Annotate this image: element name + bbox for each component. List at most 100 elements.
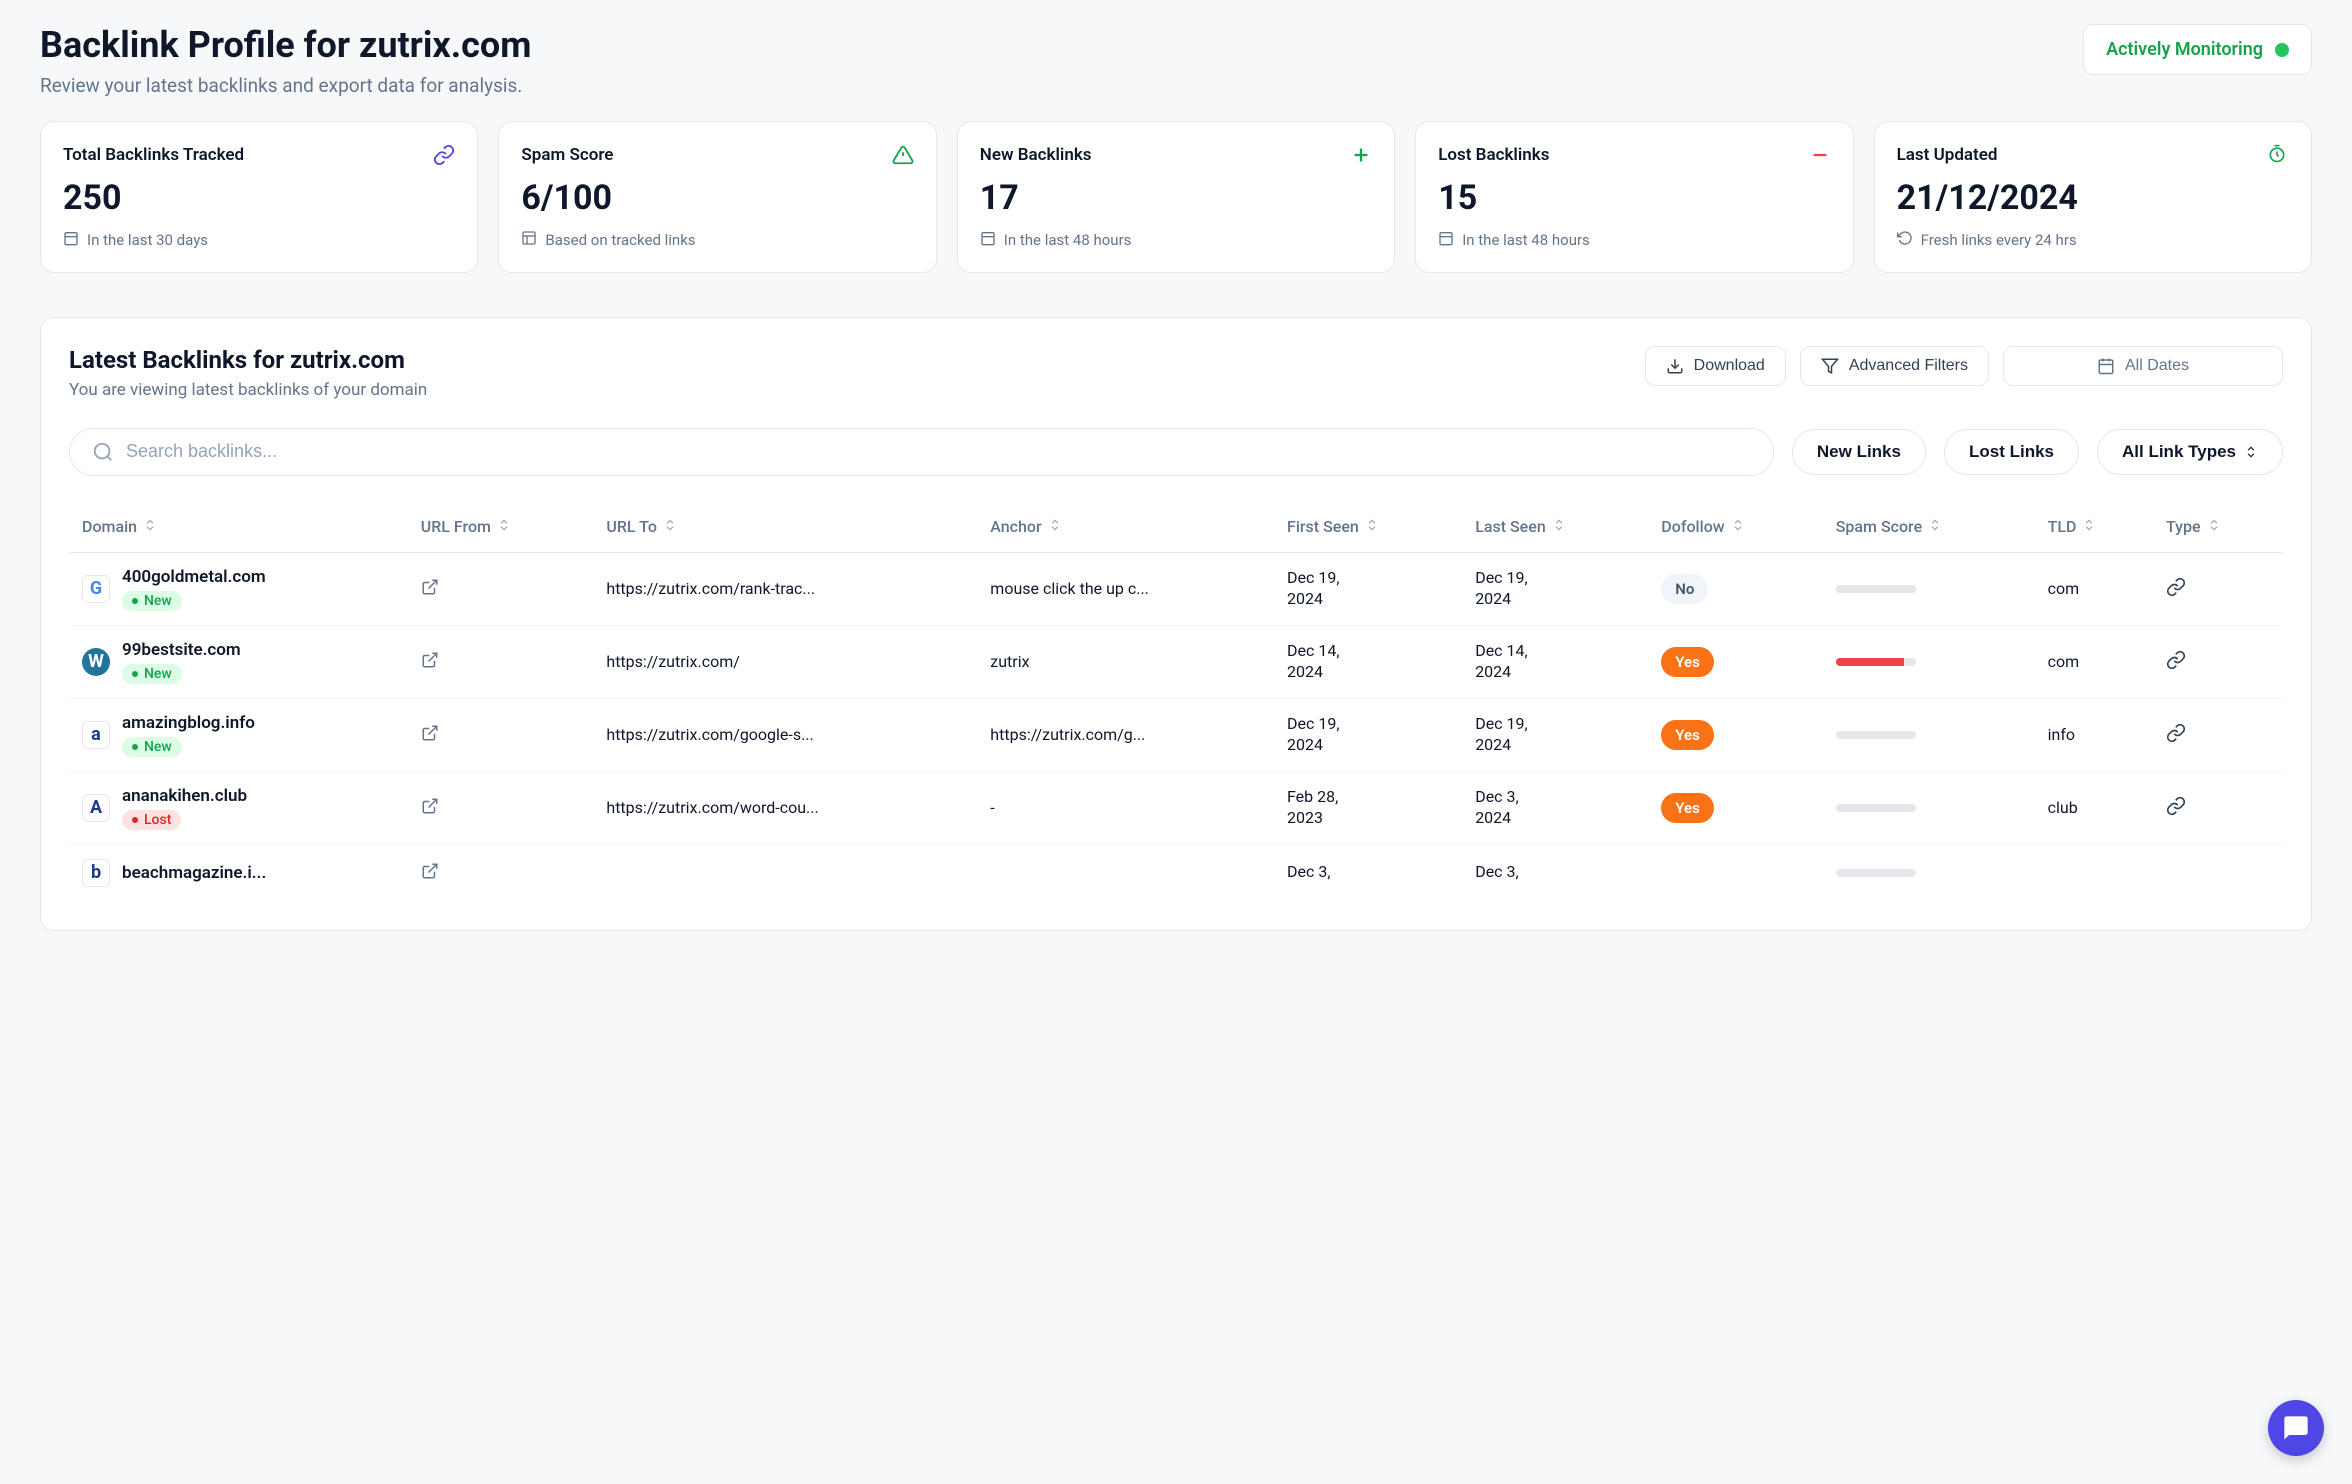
external-link-icon[interactable] [421, 654, 439, 673]
table-row: G 400goldmetal.com New https://zutrix.co… [70, 552, 2283, 625]
stat-note: In the last 48 hours [980, 230, 1372, 250]
external-link-icon[interactable] [421, 727, 439, 746]
stat-value: 15 [1438, 178, 1830, 218]
external-link-icon[interactable] [421, 581, 439, 600]
lost-links-button[interactable]: Lost Links [1944, 429, 2079, 475]
date-range-button[interactable]: All Dates [2003, 346, 2283, 386]
table-row: a amazingblog.info New https://zutrix.co… [70, 698, 2283, 771]
domain-name[interactable]: ananakihen.club [122, 786, 247, 806]
link-type-icon [2166, 582, 2186, 601]
download-button[interactable]: Download [1645, 346, 1786, 386]
url-to[interactable]: https://zutrix.com/google-s... [606, 725, 836, 744]
note-icon [63, 230, 79, 250]
stat-note: In the last 30 days [63, 230, 455, 250]
column-header-spam score[interactable]: Spam Score [1824, 500, 2036, 552]
spam-score-bar [1836, 585, 1916, 593]
sort-icon [2082, 517, 2096, 536]
first-seen: Dec 3, [1275, 844, 1463, 901]
stat-card-0: Total Backlinks Tracked 250 In the last … [40, 121, 478, 273]
sort-icon [143, 517, 157, 536]
table-row: W 99bestsite.com New https://zutrix.com/… [70, 625, 2283, 698]
last-seen: Dec 3,2024 [1463, 771, 1649, 844]
status-dot-icon [2275, 43, 2289, 57]
url-to[interactable]: https://zutrix.com/ [606, 652, 836, 671]
dates-label: All Dates [2125, 357, 2189, 375]
sort-icon [497, 517, 511, 536]
first-seen: Dec 14,2024 [1275, 625, 1463, 698]
column-header-dofollow[interactable]: Dofollow [1649, 500, 1823, 552]
timer-icon [2267, 144, 2289, 166]
favicon: a [82, 721, 110, 749]
anchor-text: https://zutrix.com/g... [990, 725, 1160, 744]
download-label: Download [1694, 357, 1765, 375]
filter-icon [1821, 357, 1839, 375]
all-link-types-button[interactable]: All Link Types [2097, 429, 2283, 475]
tld: com [2036, 625, 2154, 698]
all-types-label: All Link Types [2122, 442, 2236, 462]
status-badge: New [122, 664, 182, 684]
alert-icon [892, 144, 914, 166]
panel-title: Latest Backlinks for zutrix.com [69, 346, 427, 374]
sort-icon [663, 517, 677, 536]
page-title: Backlink Profile for zutrix.com [40, 24, 531, 66]
monitoring-badge: Actively Monitoring [2083, 24, 2312, 75]
domain-name[interactable]: amazingblog.info [122, 713, 255, 733]
filters-label: Advanced Filters [1849, 357, 1968, 375]
note-icon [521, 230, 537, 250]
favicon: G [82, 575, 110, 603]
url-to[interactable]: https://zutrix.com/word-cou... [606, 798, 836, 817]
link-type-icon [2166, 801, 2186, 820]
column-header-domain[interactable]: Domain [70, 500, 409, 552]
url-to[interactable]: https://zutrix.com/rank-trac... [606, 579, 836, 598]
stat-card-4: Last Updated 21/12/2024 Fresh links ever… [1874, 121, 2312, 273]
new-links-button[interactable]: New Links [1792, 429, 1926, 475]
column-header-first seen[interactable]: First Seen [1275, 500, 1463, 552]
first-seen: Dec 19,2024 [1275, 552, 1463, 625]
column-header-url to[interactable]: URL To [594, 500, 978, 552]
advanced-filters-button[interactable]: Advanced Filters [1800, 346, 1989, 386]
external-link-icon[interactable] [421, 865, 439, 884]
spam-score-bar [1836, 869, 1916, 877]
note-icon [1438, 230, 1454, 250]
search-container [69, 428, 1774, 476]
external-link-icon[interactable] [421, 800, 439, 819]
note-icon [1897, 230, 1913, 250]
column-header-tld[interactable]: TLD [2036, 500, 2154, 552]
domain-name[interactable]: beachmagazine.i... [122, 863, 266, 883]
last-seen: Dec 19,2024 [1463, 552, 1649, 625]
stat-value: 6/100 [521, 178, 913, 218]
stat-note: In the last 48 hours [1438, 230, 1830, 250]
link-type-icon [2166, 728, 2186, 747]
column-header-last seen[interactable]: Last Seen [1463, 500, 1649, 552]
stat-card-3: Lost Backlinks 15 In the last 48 hours [1415, 121, 1853, 273]
sort-icon [1928, 517, 1942, 536]
sort-icon [1552, 517, 1566, 536]
stat-card-1: Spam Score 6/100 Based on tracked links [498, 121, 936, 273]
first-seen: Dec 19,2024 [1275, 698, 1463, 771]
chat-widget-button[interactable] [2268, 1400, 2324, 1456]
dofollow-badge: No [1661, 574, 1708, 604]
domain-name[interactable]: 400goldmetal.com [122, 567, 266, 587]
stat-label: Spam Score [521, 144, 613, 168]
search-input[interactable] [126, 441, 1751, 462]
column-header-url from[interactable]: URL From [409, 500, 595, 552]
domain-name[interactable]: 99bestsite.com [122, 640, 241, 660]
link-type-icon [2166, 655, 2186, 674]
anchor-text: - [990, 798, 1160, 817]
plus-icon [1350, 144, 1372, 166]
chevron-sort-icon [2244, 445, 2258, 459]
stat-label: Lost Backlinks [1438, 144, 1549, 168]
anchor-text: zutrix [990, 652, 1160, 671]
spam-score-bar [1836, 658, 1916, 666]
search-icon [92, 441, 114, 463]
column-header-type[interactable]: Type [2154, 500, 2283, 552]
stat-note: Fresh links every 24 hrs [1897, 230, 2289, 250]
spam-score-bar [1836, 804, 1916, 812]
stat-value: 250 [63, 178, 455, 218]
dofollow-badge: Yes [1661, 793, 1714, 823]
tld: com [2036, 552, 2154, 625]
anchor-text: mouse click the up c... [990, 579, 1160, 598]
stat-card-2: New Backlinks 17 In the last 48 hours [957, 121, 1395, 273]
column-header-anchor[interactable]: Anchor [978, 500, 1275, 552]
table-row: A ananakihen.club Lost https://zutrix.co… [70, 771, 2283, 844]
